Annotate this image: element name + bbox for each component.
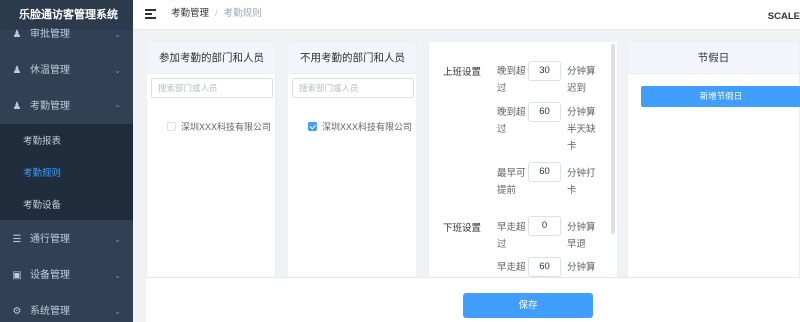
sidebar: 乐脸通访客管理系统 ♟ 审批管理 ⌄ ♟ 休温管理 ⌄ ♟ 考勤管理 ⌃ 考勤报… <box>0 0 133 322</box>
footer-bar: 保存 <box>146 277 800 322</box>
off-duty-title: 下班设置 <box>443 223 482 234</box>
chevron-up-icon: ⌃ <box>114 104 121 113</box>
user-icon: ♟ <box>12 101 22 112</box>
search-input[interactable] <box>292 78 414 98</box>
sidebar-item-label: 审批管理 <box>30 29 70 40</box>
setting-label: 最早可提前 <box>497 168 526 196</box>
panel-title: 不用考勤的部门和人员 <box>288 42 416 74</box>
submenu-item-attendance-report[interactable]: 考勤报表 <box>0 126 133 158</box>
breadcrumb-item[interactable]: 考勤管理 <box>171 8 209 19</box>
panel-title: 节假日 <box>628 42 799 74</box>
late-threshold-input[interactable]: 30 <box>528 61 561 81</box>
user-icon: ♟ <box>12 29 22 40</box>
submenu-item-attendance-rules[interactable]: 考勤规则 <box>0 158 133 190</box>
tree-node-label: 深圳XXX科技有限公司 <box>322 122 413 132</box>
panel-title: 参加考勤的部门和人员 <box>147 42 275 74</box>
earliest-checkin-input[interactable]: 60 <box>528 162 561 182</box>
setting-label: 晚到超过 <box>497 66 526 94</box>
setting-unit: 分钟算迟到 <box>567 66 596 94</box>
submenu-item-attendance-devices[interactable]: 考勤设备 <box>0 190 133 222</box>
chevron-down-icon: ⌄ <box>114 235 121 244</box>
sidebar-item-label: 设备管理 <box>30 270 70 281</box>
user-icon: ♟ <box>12 65 22 76</box>
chevron-down-icon: ⌄ <box>114 66 121 75</box>
chevron-down-icon: ⌄ <box>114 307 121 316</box>
sidebar-item-label: 系统管理 <box>30 306 70 317</box>
add-holiday-button[interactable]: 新增节假日 <box>641 86 800 107</box>
tree-node[interactable]: 深圳XXX科技有限公司 <box>308 120 412 134</box>
checkbox[interactable] <box>167 122 176 131</box>
setting-unit: 分钟打卡 <box>567 168 596 196</box>
sidebar-item-devices[interactable]: ▣ 设备管理 ⌄ <box>0 258 133 294</box>
half-day-absent-input[interactable]: 60 <box>528 102 561 122</box>
top-header: 考勤管理 / 考勤规则 SCALE <box>133 0 800 30</box>
setting-unit: 分钟算半天缺卡 <box>567 107 596 152</box>
setting-label: 早走超过 <box>497 222 526 250</box>
list-icon: ☰ <box>12 234 22 245</box>
on-duty-title: 上班设置 <box>443 67 482 78</box>
tree-node[interactable]: 深圳XXX科技有限公司 <box>167 120 271 134</box>
hamburger-icon[interactable] <box>145 8 156 20</box>
breadcrumb-current: 考勤规则 <box>223 8 262 19</box>
breadcrumb: 考勤管理 / 考勤规则 <box>171 0 262 28</box>
chevron-down-icon: ⌄ <box>114 271 121 280</box>
setting-unit: 分钟算早退 <box>567 222 596 250</box>
sidebar-item-temperature[interactable]: ♟ 休温管理 ⌄ <box>0 53 133 89</box>
main-content: 参加考勤的部门和人员 深圳XXX科技有限公司 不用考勤的部门和人员 深圳XXX科… <box>133 30 800 322</box>
sidebar-item-system[interactable]: ⚙ 系统管理 ⌄ <box>0 294 133 322</box>
tree-node-label: 深圳XXX科技有限公司 <box>181 122 272 132</box>
sidebar-item-label: 考勤管理 <box>30 101 70 112</box>
header-right-text: SCALE <box>767 11 800 22</box>
monitor-icon: ▣ <box>12 270 22 281</box>
scrollbar[interactable] <box>611 44 615 234</box>
sidebar-item-label: 通行管理 <box>30 234 70 245</box>
search-input[interactable] <box>151 78 273 98</box>
sidebar-item-approval[interactable]: ♟ 审批管理 ⌄ <box>0 17 133 53</box>
sidebar-item-label: 休温管理 <box>30 65 70 76</box>
setting-label: 晚到超过 <box>497 107 526 135</box>
save-button[interactable]: 保存 <box>463 293 593 318</box>
gear-icon: ⚙ <box>12 306 22 317</box>
off-half-day-input[interactable]: 60 <box>528 257 561 277</box>
chevron-down-icon: ⌄ <box>114 30 121 39</box>
sidebar-item-attendance[interactable]: ♟ 考勤管理 ⌃ <box>0 89 133 125</box>
breadcrumb-separator: / <box>215 8 218 19</box>
sidebar-item-access[interactable]: ☰ 通行管理 ⌄ <box>0 222 133 258</box>
early-leave-input[interactable]: 0 <box>528 216 561 236</box>
attendance-submenu: 考勤报表 考勤规则 考勤设备 <box>0 124 133 220</box>
checkbox-checked[interactable] <box>308 122 317 131</box>
